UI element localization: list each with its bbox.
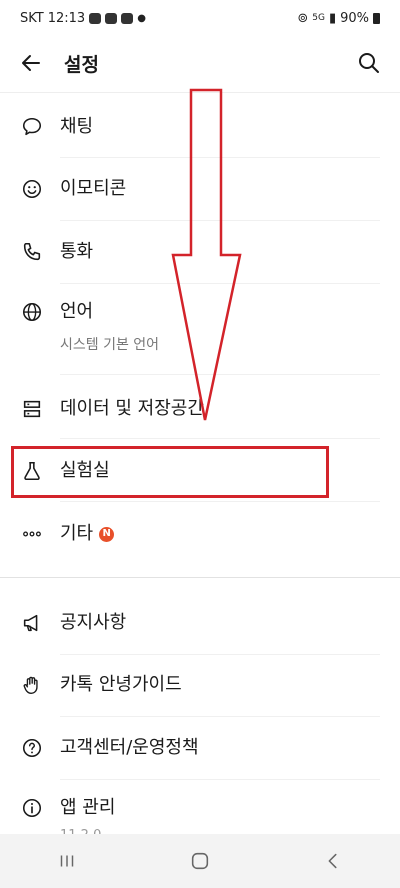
system-nav-bar [0, 834, 400, 888]
more-dots-icon [20, 522, 44, 546]
menu-item-label: 채팅 [60, 116, 94, 137]
menu-item-call[interactable]: 통화 [0, 238, 400, 266]
menu-item-kakaotalk-guide[interactable]: 카톡 안녕가이드 [0, 671, 400, 699]
battery-level: 90% [340, 10, 369, 26]
menu-item-label: 기타 N [60, 520, 115, 548]
app-bar: 설정 [0, 36, 400, 90]
language-current-value: 시스템 기본 언어 [60, 337, 160, 353]
smiley-icon [20, 177, 44, 201]
row-separator [60, 779, 380, 780]
menu-item-label: 이모티콘 [60, 178, 127, 199]
megaphone-icon [20, 611, 44, 635]
menu-item-label: 앱 관리 [60, 797, 116, 818]
help-circle-icon [20, 736, 44, 760]
menu-item-label: 카톡 안녕가이드 [60, 674, 182, 695]
row-separator [60, 374, 380, 375]
section-divider [0, 577, 400, 578]
row-separator [60, 283, 380, 284]
menu-item-notice[interactable]: 공지사항 [0, 609, 400, 637]
highlight-box [11, 446, 329, 498]
menu-item-app-manage[interactable]: 앱 관리 [0, 794, 400, 822]
status-bar: SKT 12:13 ● ⊚ 5G ▮ 90% [0, 0, 400, 36]
row-separator [60, 501, 380, 502]
menu-item-text: 카톡 안녕가이드 [60, 671, 182, 699]
menu-item-data-storage[interactable]: 데이터 및 저장공간 [0, 395, 400, 423]
row-separator [60, 438, 380, 439]
carrier-label: SKT [20, 10, 44, 26]
menu-item-label: 공지사항 [60, 612, 127, 633]
info-circle-icon [20, 796, 44, 820]
new-badge: N [99, 526, 115, 542]
menu-item-emoticon[interactable]: 이모티콘 [0, 175, 400, 203]
row-separator [60, 157, 380, 158]
signal-icon: ▮ [328, 10, 337, 26]
menu-item-chatting[interactable]: 채팅 [0, 113, 400, 141]
chat-bubble-icon [20, 115, 44, 139]
menu-item-text: 통화 [60, 238, 93, 266]
battery-icon [373, 12, 380, 24]
talk-notification-icon [89, 12, 102, 24]
row-separator [60, 654, 380, 655]
page-title: 설정 [64, 53, 99, 76]
menu-item-label: 통화 [60, 241, 94, 262]
menu-item-text: 기타 N [60, 520, 115, 548]
etc-label: 기타 [60, 523, 94, 544]
row-separator [60, 220, 380, 221]
network-type: 5G [312, 13, 325, 23]
waving-hand-icon [20, 673, 44, 697]
menu-item-label: 언어 [60, 301, 94, 322]
status-left: SKT 12:13 ● [20, 11, 146, 26]
status-right: ⊚ 5G ▮ 90% [297, 11, 380, 26]
image-notification-icon [105, 12, 118, 24]
menu-item-label: 고객센터/운영정책 [60, 737, 199, 758]
search-icon[interactable] [354, 48, 384, 78]
menu-item-label: 데이터 및 저장공간 [60, 398, 204, 419]
message-notification-icon [121, 12, 134, 24]
recent-apps-button[interactable] [47, 841, 87, 881]
storage-icon [20, 397, 44, 421]
menu-item-language[interactable]: 언어 시스템 기본 언어 [0, 298, 400, 354]
menu-item-text: 공지사항 [60, 609, 126, 637]
phone-icon [20, 240, 44, 264]
menu-item-customer-center[interactable]: 고객센터/운영정책 [0, 734, 400, 762]
menu-item-text: 데이터 및 저장공간 [60, 395, 204, 423]
menu-item-text: 채팅 [60, 113, 93, 141]
clock: 12:13 [47, 10, 86, 26]
menu-item-etc[interactable]: 기타 N [0, 520, 400, 548]
menu-item-text: 언어 시스템 기본 언어 [60, 298, 159, 354]
menu-item-text: 고객센터/운영정책 [60, 734, 199, 762]
row-separator [60, 716, 380, 717]
more-notifications-icon: ● [137, 12, 146, 24]
menu-item-text: 앱 관리 [60, 794, 115, 822]
nav-back-button[interactable] [313, 841, 353, 881]
back-arrow-icon[interactable] [16, 48, 46, 78]
hotspot-icon: ⊚ [297, 10, 309, 26]
home-button[interactable] [180, 841, 220, 881]
menu-item-text: 이모티콘 [60, 175, 126, 203]
header-divider [0, 92, 400, 93]
globe-icon [20, 300, 44, 324]
